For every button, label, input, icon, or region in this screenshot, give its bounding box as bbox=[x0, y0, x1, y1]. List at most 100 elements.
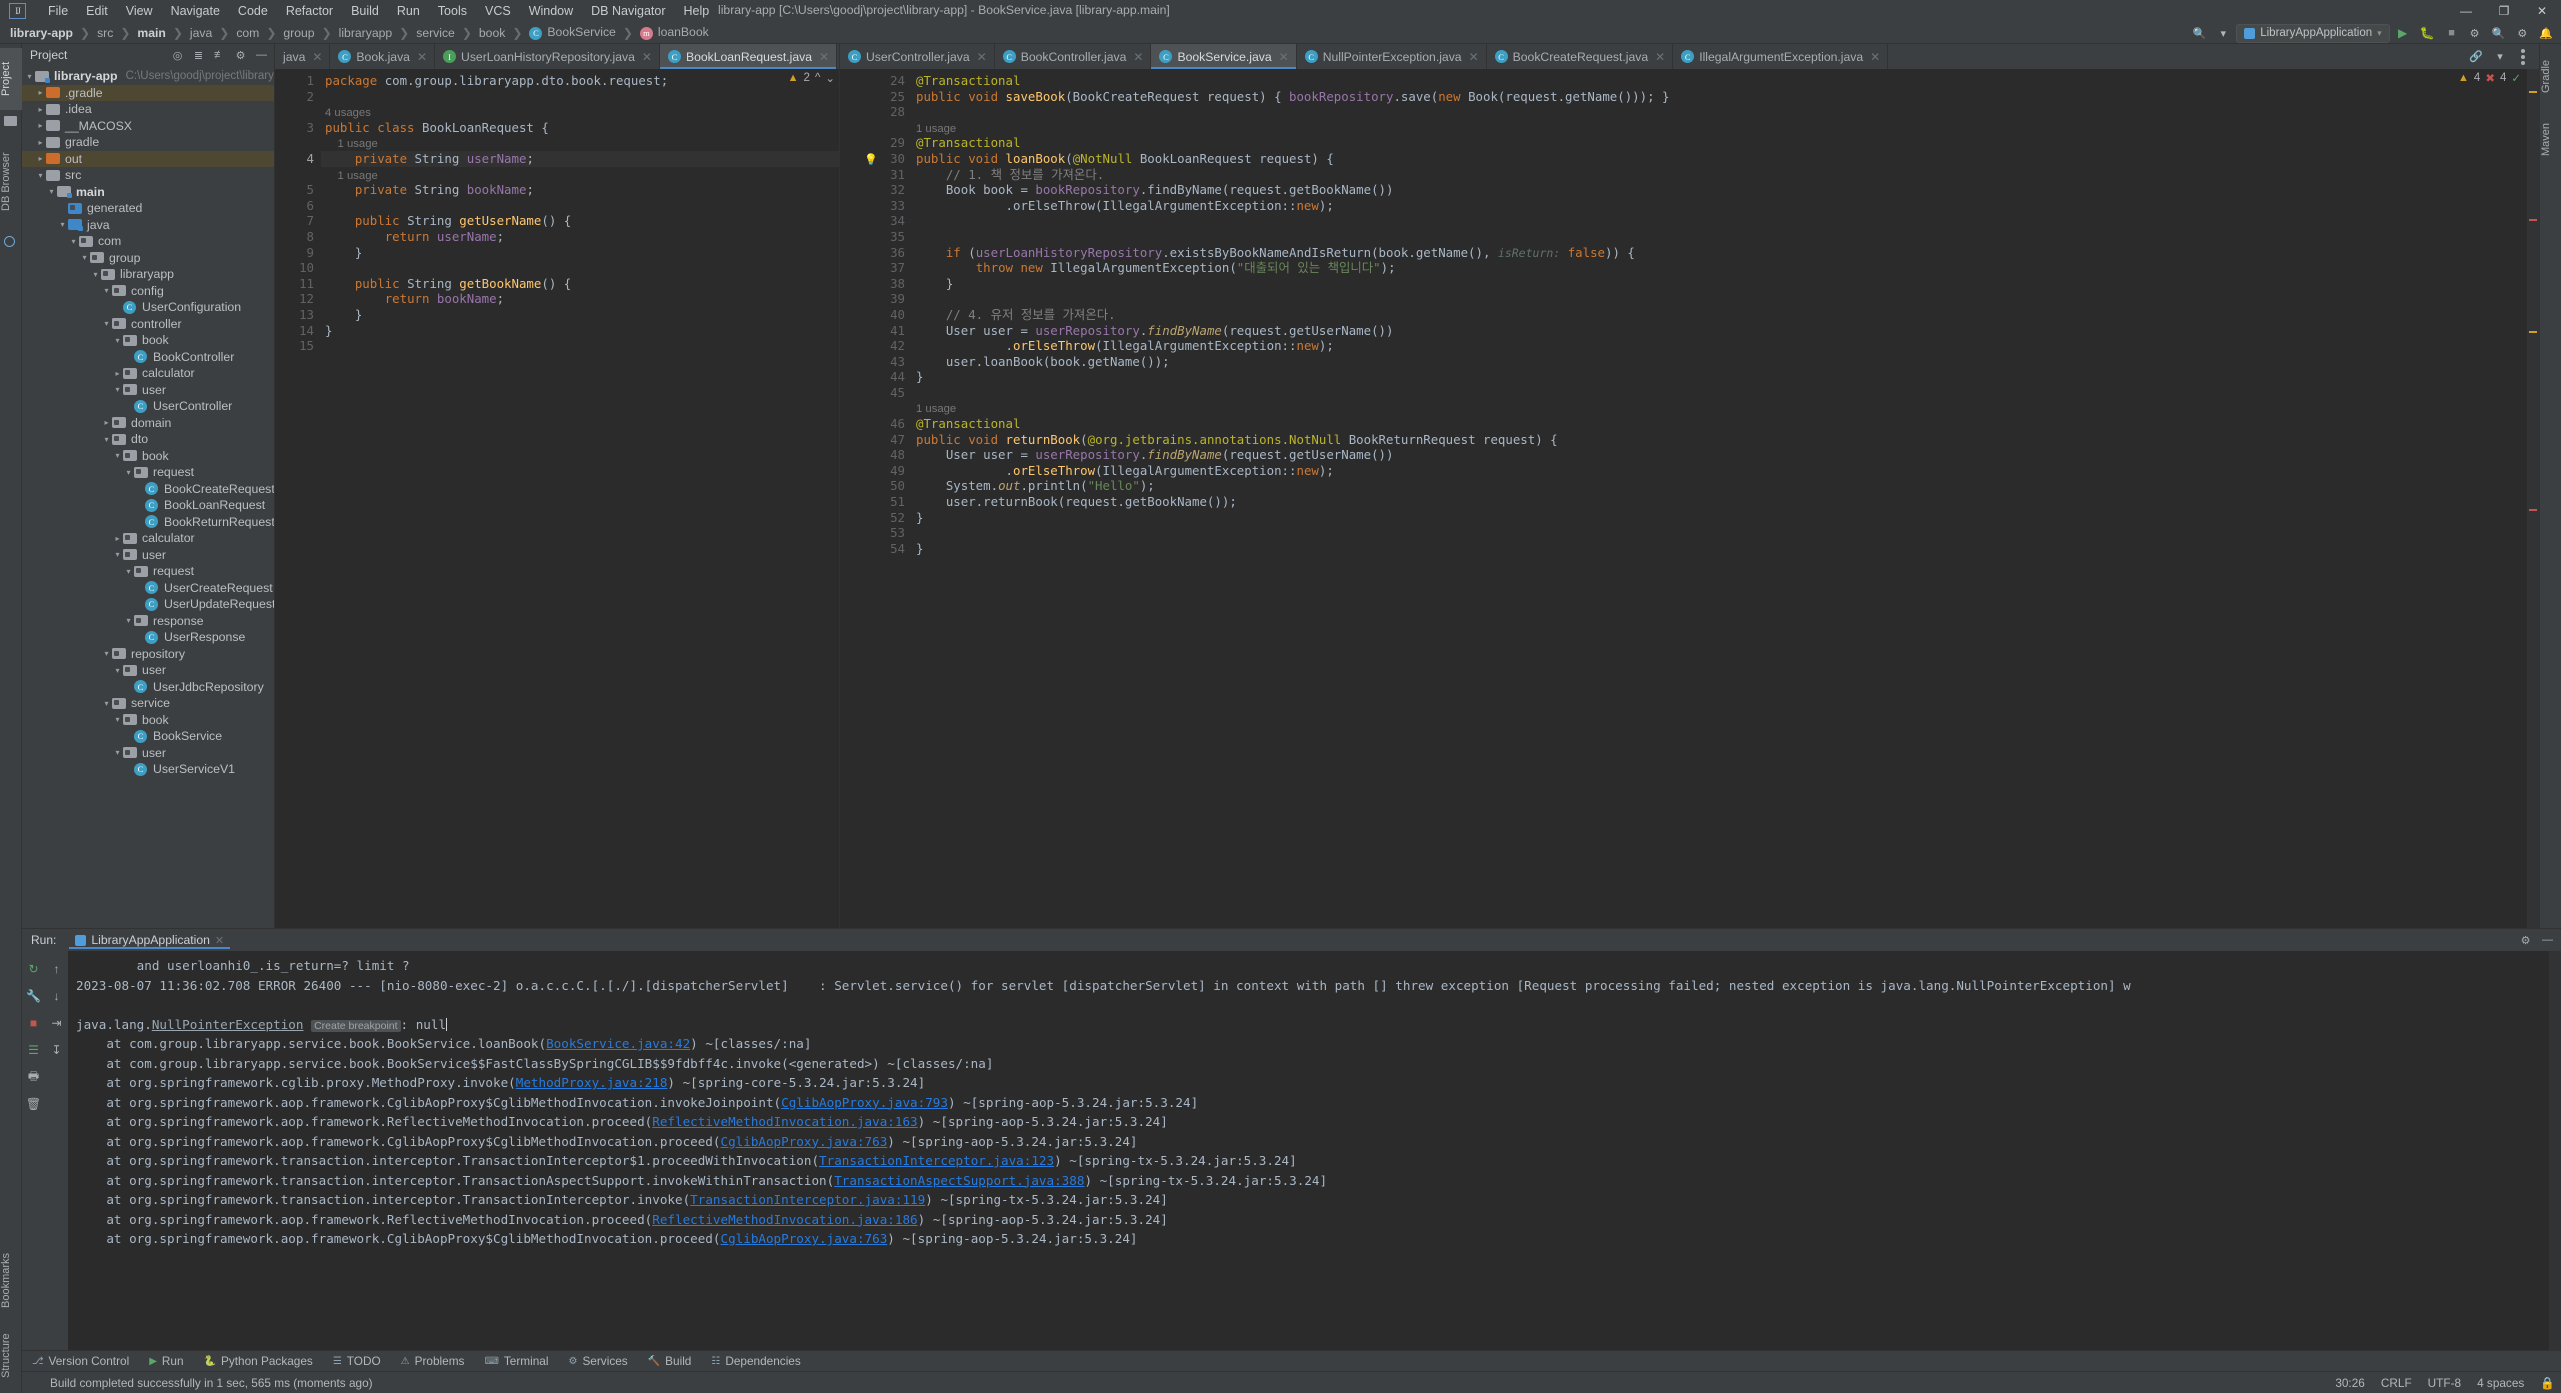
minimize-button[interactable]: — bbox=[2447, 0, 2485, 22]
menu-item-run[interactable]: Run bbox=[388, 2, 429, 20]
tree-node-userresponse[interactable]: C UserResponse bbox=[22, 629, 274, 646]
chevron-right-icon[interactable]: ▸ bbox=[101, 418, 112, 427]
inspection-ok-icon[interactable]: ✓ bbox=[2511, 71, 2521, 85]
hide-panel-icon[interactable]: — bbox=[252, 46, 271, 65]
menu-item-window[interactable]: Window bbox=[520, 2, 582, 20]
close-icon[interactable]: ✕ bbox=[1870, 50, 1880, 64]
wrench-icon[interactable]: 🔧 bbox=[25, 987, 43, 1005]
tree-node-bookloanrequest[interactable]: C BookLoanRequest bbox=[22, 497, 274, 514]
breadcrumb-item-com[interactable]: com bbox=[235, 26, 260, 40]
chevron-down-icon[interactable]: ▾ bbox=[101, 435, 112, 444]
close-icon[interactable]: ✕ bbox=[417, 50, 427, 64]
gutter-left[interactable]: 1 2 3 4 5 6 7 8 9 10 11 12 13 14 15 bbox=[275, 69, 321, 928]
menu-item-view[interactable]: View bbox=[117, 2, 162, 20]
breadcrumb-item-java[interactable]: java bbox=[189, 26, 213, 40]
pin-tab-icon[interactable]: 🔗 bbox=[2465, 48, 2487, 66]
editor-tab-bookservice-java[interactable]: C BookService.java ✕ bbox=[1151, 44, 1297, 69]
tool-window-db-browser[interactable]: DB Browser bbox=[0, 136, 22, 228]
bottom-tab-run[interactable]: ▶ Run bbox=[139, 1351, 193, 1372]
expand-all-icon[interactable]: ≢ bbox=[210, 46, 229, 65]
run-icon[interactable]: ▶ bbox=[2393, 24, 2413, 42]
tool-window-project[interactable]: Project bbox=[0, 48, 22, 110]
editor-tabs-left[interactable]: java ✕ C Book.java ✕ I UserLoanHistoryReposito… bbox=[275, 44, 839, 69]
chevron-right-icon[interactable]: ▸ bbox=[35, 121, 46, 130]
encoding[interactable]: UTF-8 bbox=[2428, 1376, 2461, 1390]
code-text-right[interactable]: @Transactional public void saveBook(BookC… bbox=[912, 69, 2539, 928]
bottom-tab-services[interactable]: ⚙ Services bbox=[558, 1351, 637, 1372]
menu-item-tools[interactable]: Tools bbox=[429, 2, 476, 20]
chevron-down-icon[interactable]: ▾ bbox=[112, 385, 123, 394]
print-icon[interactable]: 🖶 bbox=[25, 1068, 43, 1086]
gear-icon[interactable]: ⚙ bbox=[2512, 24, 2532, 42]
tree-node-java[interactable]: ▾ java bbox=[22, 217, 274, 234]
intention-bulb-icon[interactable]: 💡 bbox=[864, 152, 878, 168]
chevron-down-icon[interactable]: ▾ bbox=[2490, 48, 2510, 66]
magnifier-icon[interactable] bbox=[4, 236, 18, 248]
tree-node-bookreturnrequest[interactable]: C BookReturnRequest bbox=[22, 514, 274, 531]
scroll-down-icon[interactable]: ↓ bbox=[48, 987, 66, 1005]
hide-panel-icon[interactable]: — bbox=[2538, 931, 2557, 950]
editor-tab-bookcreaterequest-java[interactable]: C BookCreateRequest.java ✕ bbox=[1487, 44, 1674, 69]
breadcrumb-item-bookservice[interactable]: C BookService bbox=[528, 25, 616, 40]
scroll-to-end-icon[interactable]: ↧ bbox=[48, 1041, 66, 1059]
tree-node-bookservice[interactable]: C BookService bbox=[22, 728, 274, 745]
tree-node-usercontroller[interactable]: C UserController bbox=[22, 398, 274, 415]
close-icon[interactable]: ✕ bbox=[1469, 50, 1479, 64]
menu-item-navigate[interactable]: Navigate bbox=[162, 2, 229, 20]
project-tree[interactable]: ▾ library-app C:\Users\goodj\project\libra… bbox=[22, 66, 274, 928]
menu-item-code[interactable]: Code bbox=[229, 2, 277, 20]
chevron-right-icon[interactable]: ▸ bbox=[35, 154, 46, 163]
breadcrumb-item-main[interactable]: main bbox=[136, 26, 166, 40]
chevron-down-icon[interactable]: ▾ bbox=[46, 187, 57, 196]
tool-window-bookmarks[interactable]: Bookmarks bbox=[0, 1243, 22, 1317]
bottom-tab-python-packages[interactable]: 🐍 Python Packages bbox=[194, 1351, 323, 1372]
tree-node-userservicev1[interactable]: C UserServiceV1 bbox=[22, 761, 274, 778]
caret-position[interactable]: 30:26 bbox=[2335, 1376, 2365, 1390]
tree-node-userjdbcrepository[interactable]: C UserJdbcRepository bbox=[22, 679, 274, 696]
tree-node-book[interactable]: ▾ book bbox=[22, 448, 274, 465]
error-stripe-right[interactable] bbox=[2527, 69, 2539, 928]
chevron-down-icon[interactable]: ▾ bbox=[101, 286, 112, 295]
tree-node-config[interactable]: ▾ config bbox=[22, 283, 274, 300]
chevron-down-icon[interactable]: ▾ bbox=[112, 451, 123, 460]
chevron-down-icon[interactable]: ▾ bbox=[101, 649, 112, 658]
maximize-button[interactable]: ❐ bbox=[2485, 0, 2523, 22]
tree-node-user[interactable]: ▾ user bbox=[22, 745, 274, 762]
chevron-down-icon[interactable]: ▾ bbox=[112, 336, 123, 345]
tree-node-usercreaterequest[interactable]: C UserCreateRequest bbox=[22, 580, 274, 597]
close-icon[interactable]: ✕ bbox=[1133, 50, 1143, 64]
collapse-all-icon[interactable]: ≣ bbox=[189, 46, 208, 65]
breadcrumb-item-service[interactable]: service bbox=[415, 26, 456, 40]
tree-node-main[interactable]: ▾ main bbox=[22, 184, 274, 201]
indent-setting[interactable]: 4 spaces bbox=[2477, 1376, 2524, 1390]
breadcrumb-item-library-app[interactable]: library-app bbox=[9, 26, 74, 40]
close-icon[interactable]: ✕ bbox=[977, 50, 987, 64]
line-separator[interactable]: CRLF bbox=[2381, 1376, 2412, 1390]
tree-node-service[interactable]: ▾ service bbox=[22, 695, 274, 712]
tree-node-book[interactable]: ▾ book bbox=[22, 332, 274, 349]
stop-icon[interactable]: ■ bbox=[2442, 24, 2462, 42]
tree-node-domain[interactable]: ▸ domain bbox=[22, 415, 274, 432]
chevron-down-icon[interactable]: ▾ bbox=[57, 220, 68, 229]
tree-node--macosx[interactable]: ▸ __MACOSX bbox=[22, 118, 274, 135]
breadcrumb-item-book[interactable]: book bbox=[478, 26, 506, 40]
editor-tab-userloanhistoryrepository-java[interactable]: I UserLoanHistoryRepository.java ✕ bbox=[435, 44, 660, 69]
scroll-up-icon[interactable]: ↑ bbox=[48, 960, 66, 978]
menu-item-edit[interactable]: Edit bbox=[77, 2, 117, 20]
editor-tabs-right[interactable]: C UserController.java ✕ C BookController.jav… bbox=[840, 44, 2539, 69]
editor-tab-userservicev1-java[interactable]: CUserServiceV1.java✕ bbox=[837, 44, 839, 69]
gear-icon[interactable]: ⚙ bbox=[2516, 931, 2535, 950]
inspection-widget-right[interactable]: ▲ 4 ✖ 4 ✓ bbox=[2458, 71, 2521, 85]
bottom-tab-version-control[interactable]: ⎇ Version Control bbox=[22, 1351, 139, 1372]
thread-dump-icon[interactable]: ☰ bbox=[25, 1041, 43, 1059]
tree-node-libraryapp[interactable]: ▾ libraryapp bbox=[22, 266, 274, 283]
tree-node-src[interactable]: ▾ src bbox=[22, 167, 274, 184]
bottom-tab-problems[interactable]: ⚠ Problems bbox=[391, 1351, 475, 1372]
tool-window-maven[interactable]: Maven bbox=[2540, 114, 2561, 164]
stop-icon[interactable]: ■ bbox=[25, 1014, 43, 1032]
editor-tab-bookloanrequest-java[interactable]: C BookLoanRequest.java ✕ bbox=[659, 44, 838, 69]
trash-icon[interactable]: 🗑 bbox=[25, 1095, 43, 1113]
tree-node-controller[interactable]: ▾ controller bbox=[22, 316, 274, 333]
breadcrumb-item-loanbook[interactable]: m loanBook bbox=[639, 25, 710, 40]
chevron-down-icon[interactable]: ▾ bbox=[112, 715, 123, 724]
